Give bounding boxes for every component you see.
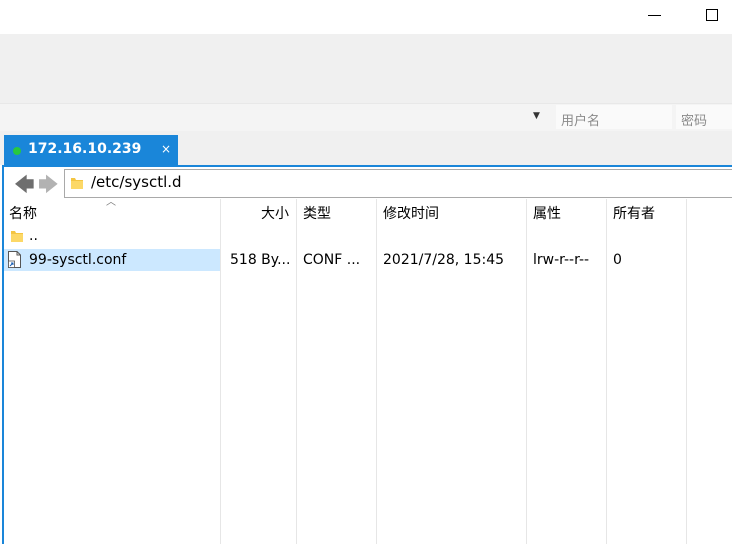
file-owner: 0 bbox=[613, 252, 622, 268]
column-header-size[interactable]: 大小 bbox=[261, 203, 289, 223]
username-placeholder: 用户名 bbox=[561, 114, 601, 129]
file-name: .. bbox=[29, 228, 38, 244]
column-divider[interactable] bbox=[606, 199, 607, 544]
minimize-icon[interactable] bbox=[648, 15, 661, 16]
column-header-attributes[interactable]: 属性 bbox=[533, 203, 561, 223]
path-text: /etc/sysctl.d bbox=[91, 173, 182, 191]
title-bar bbox=[0, 0, 732, 34]
folder-icon bbox=[71, 178, 83, 189]
column-divider[interactable] bbox=[296, 199, 297, 544]
close-icon[interactable]: × bbox=[161, 142, 171, 156]
column-divider[interactable] bbox=[220, 199, 221, 544]
maximize-icon[interactable] bbox=[706, 9, 718, 21]
column-divider[interactable] bbox=[526, 199, 527, 544]
connection-status-icon bbox=[13, 147, 21, 155]
file-modified: 2021/7/28, 15:45 bbox=[383, 252, 505, 268]
column-header-type[interactable]: 类型 bbox=[303, 203, 331, 223]
column-divider[interactable] bbox=[376, 199, 377, 544]
file-link-icon bbox=[8, 251, 21, 268]
toolbar-area bbox=[0, 34, 732, 103]
dropdown-arrow-icon[interactable]: ▼ bbox=[533, 111, 540, 121]
password-placeholder: 密码 bbox=[681, 114, 708, 129]
column-header-owner[interactable]: 所有者 bbox=[613, 203, 655, 223]
folder-icon bbox=[11, 231, 23, 242]
file-name: 99-sysctl.conf bbox=[29, 252, 127, 268]
file-size: 518 By... bbox=[230, 252, 291, 268]
file-permissions: lrw-r--r-- bbox=[533, 252, 590, 268]
sort-ascending-icon: ︿ bbox=[106, 197, 116, 208]
file-type: CONF ... bbox=[303, 252, 361, 268]
column-divider[interactable] bbox=[686, 199, 687, 544]
column-header-modified[interactable]: 修改时间 bbox=[383, 203, 439, 223]
tab-label: 172.16.10.239 bbox=[28, 141, 142, 157]
column-header-name[interactable]: 名称 bbox=[9, 203, 37, 223]
